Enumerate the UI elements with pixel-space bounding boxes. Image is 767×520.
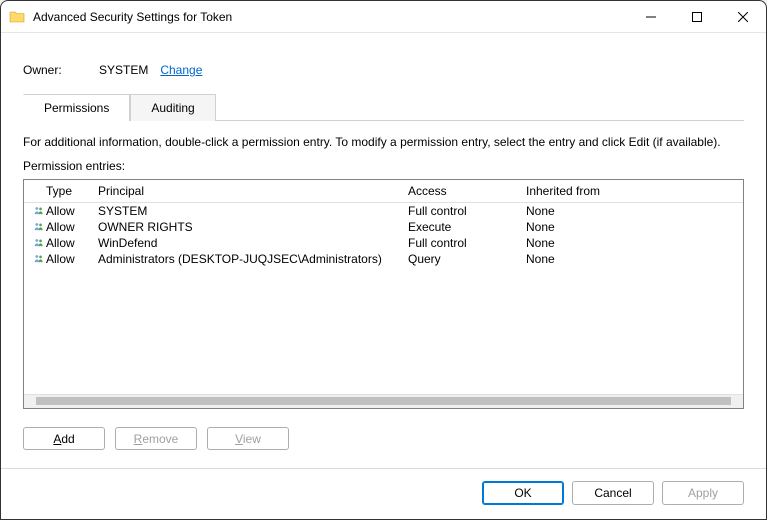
permission-entries-label: Permission entries: — [23, 159, 744, 173]
cell-inherited: None — [526, 252, 743, 266]
owner-label: Owner: — [23, 63, 99, 77]
cell-access: Execute — [408, 220, 526, 234]
apply-button[interactable]: Apply — [662, 481, 744, 505]
add-button[interactable]: Add — [23, 427, 105, 450]
cell-type: Allow — [46, 220, 98, 234]
permission-entries-grid: Type Principal Access Inherited from All… — [23, 179, 744, 409]
table-row[interactable]: AllowAdministrators (DESKTOP-JUQJSEC\Adm… — [24, 251, 743, 267]
group-icon — [28, 220, 44, 234]
cell-principal: Administrators (DESKTOP-JUQJSEC\Administ… — [98, 252, 408, 266]
tab-strip: Permissions Auditing — [23, 93, 744, 121]
scrollbar-thumb[interactable] — [36, 397, 731, 405]
cell-access: Full control — [408, 204, 526, 218]
grid-header-principal[interactable]: Principal — [98, 184, 408, 198]
dialog-footer: OK Cancel Apply — [23, 469, 744, 505]
tab-auditing[interactable]: Auditing — [130, 94, 215, 121]
grid-body: AllowSYSTEMFull controlNoneAllowOWNER RI… — [24, 203, 743, 394]
remove-button[interactable]: Remove — [115, 427, 197, 450]
cell-principal: WinDefend — [98, 236, 408, 250]
group-icon — [28, 236, 44, 250]
table-row[interactable]: AllowWinDefendFull controlNone — [24, 235, 743, 251]
cell-principal: OWNER RIGHTS — [98, 220, 408, 234]
cell-type: Allow — [46, 204, 98, 218]
cell-principal: SYSTEM — [98, 204, 408, 218]
cell-inherited: None — [526, 220, 743, 234]
cancel-button[interactable]: Cancel — [572, 481, 654, 505]
ok-button[interactable]: OK — [482, 481, 564, 505]
window: Advanced Security Settings for Token Own… — [0, 0, 767, 520]
entry-action-buttons: Add Remove View — [23, 427, 744, 450]
owner-row: Owner: SYSTEM Change — [23, 63, 744, 77]
owner-value: SYSTEM — [99, 63, 148, 77]
window-title: Advanced Security Settings for Token — [33, 10, 628, 24]
grid-header-type[interactable]: Type — [46, 184, 98, 198]
cell-access: Query — [408, 252, 526, 266]
folder-icon — [9, 9, 25, 25]
grid-header-access[interactable]: Access — [408, 184, 526, 198]
group-icon — [28, 252, 44, 266]
tab-permissions[interactable]: Permissions — [23, 94, 130, 121]
maximize-button[interactable] — [674, 1, 720, 32]
close-icon — [738, 12, 748, 22]
close-button[interactable] — [720, 1, 766, 32]
table-row[interactable]: AllowSYSTEMFull controlNone — [24, 203, 743, 219]
minimize-icon — [646, 12, 656, 22]
table-row[interactable]: AllowOWNER RIGHTSExecuteNone — [24, 219, 743, 235]
cell-access: Full control — [408, 236, 526, 250]
grid-header-inherited[interactable]: Inherited from — [526, 184, 743, 198]
cell-type: Allow — [46, 252, 98, 266]
grid-header-icon — [24, 184, 46, 198]
horizontal-scrollbar[interactable] — [24, 394, 743, 408]
view-button[interactable]: View — [207, 427, 289, 450]
maximize-icon — [692, 12, 702, 22]
window-controls — [628, 1, 766, 32]
minimize-button[interactable] — [628, 1, 674, 32]
cell-inherited: None — [526, 204, 743, 218]
group-icon — [28, 204, 44, 218]
change-owner-link[interactable]: Change — [160, 63, 202, 77]
grid-header-row: Type Principal Access Inherited from — [24, 180, 743, 203]
cell-inherited: None — [526, 236, 743, 250]
info-text: For additional information, double-click… — [23, 135, 744, 149]
content-area: Owner: SYSTEM Change Permissions Auditin… — [1, 33, 766, 519]
cell-type: Allow — [46, 236, 98, 250]
titlebar: Advanced Security Settings for Token — [1, 1, 766, 33]
